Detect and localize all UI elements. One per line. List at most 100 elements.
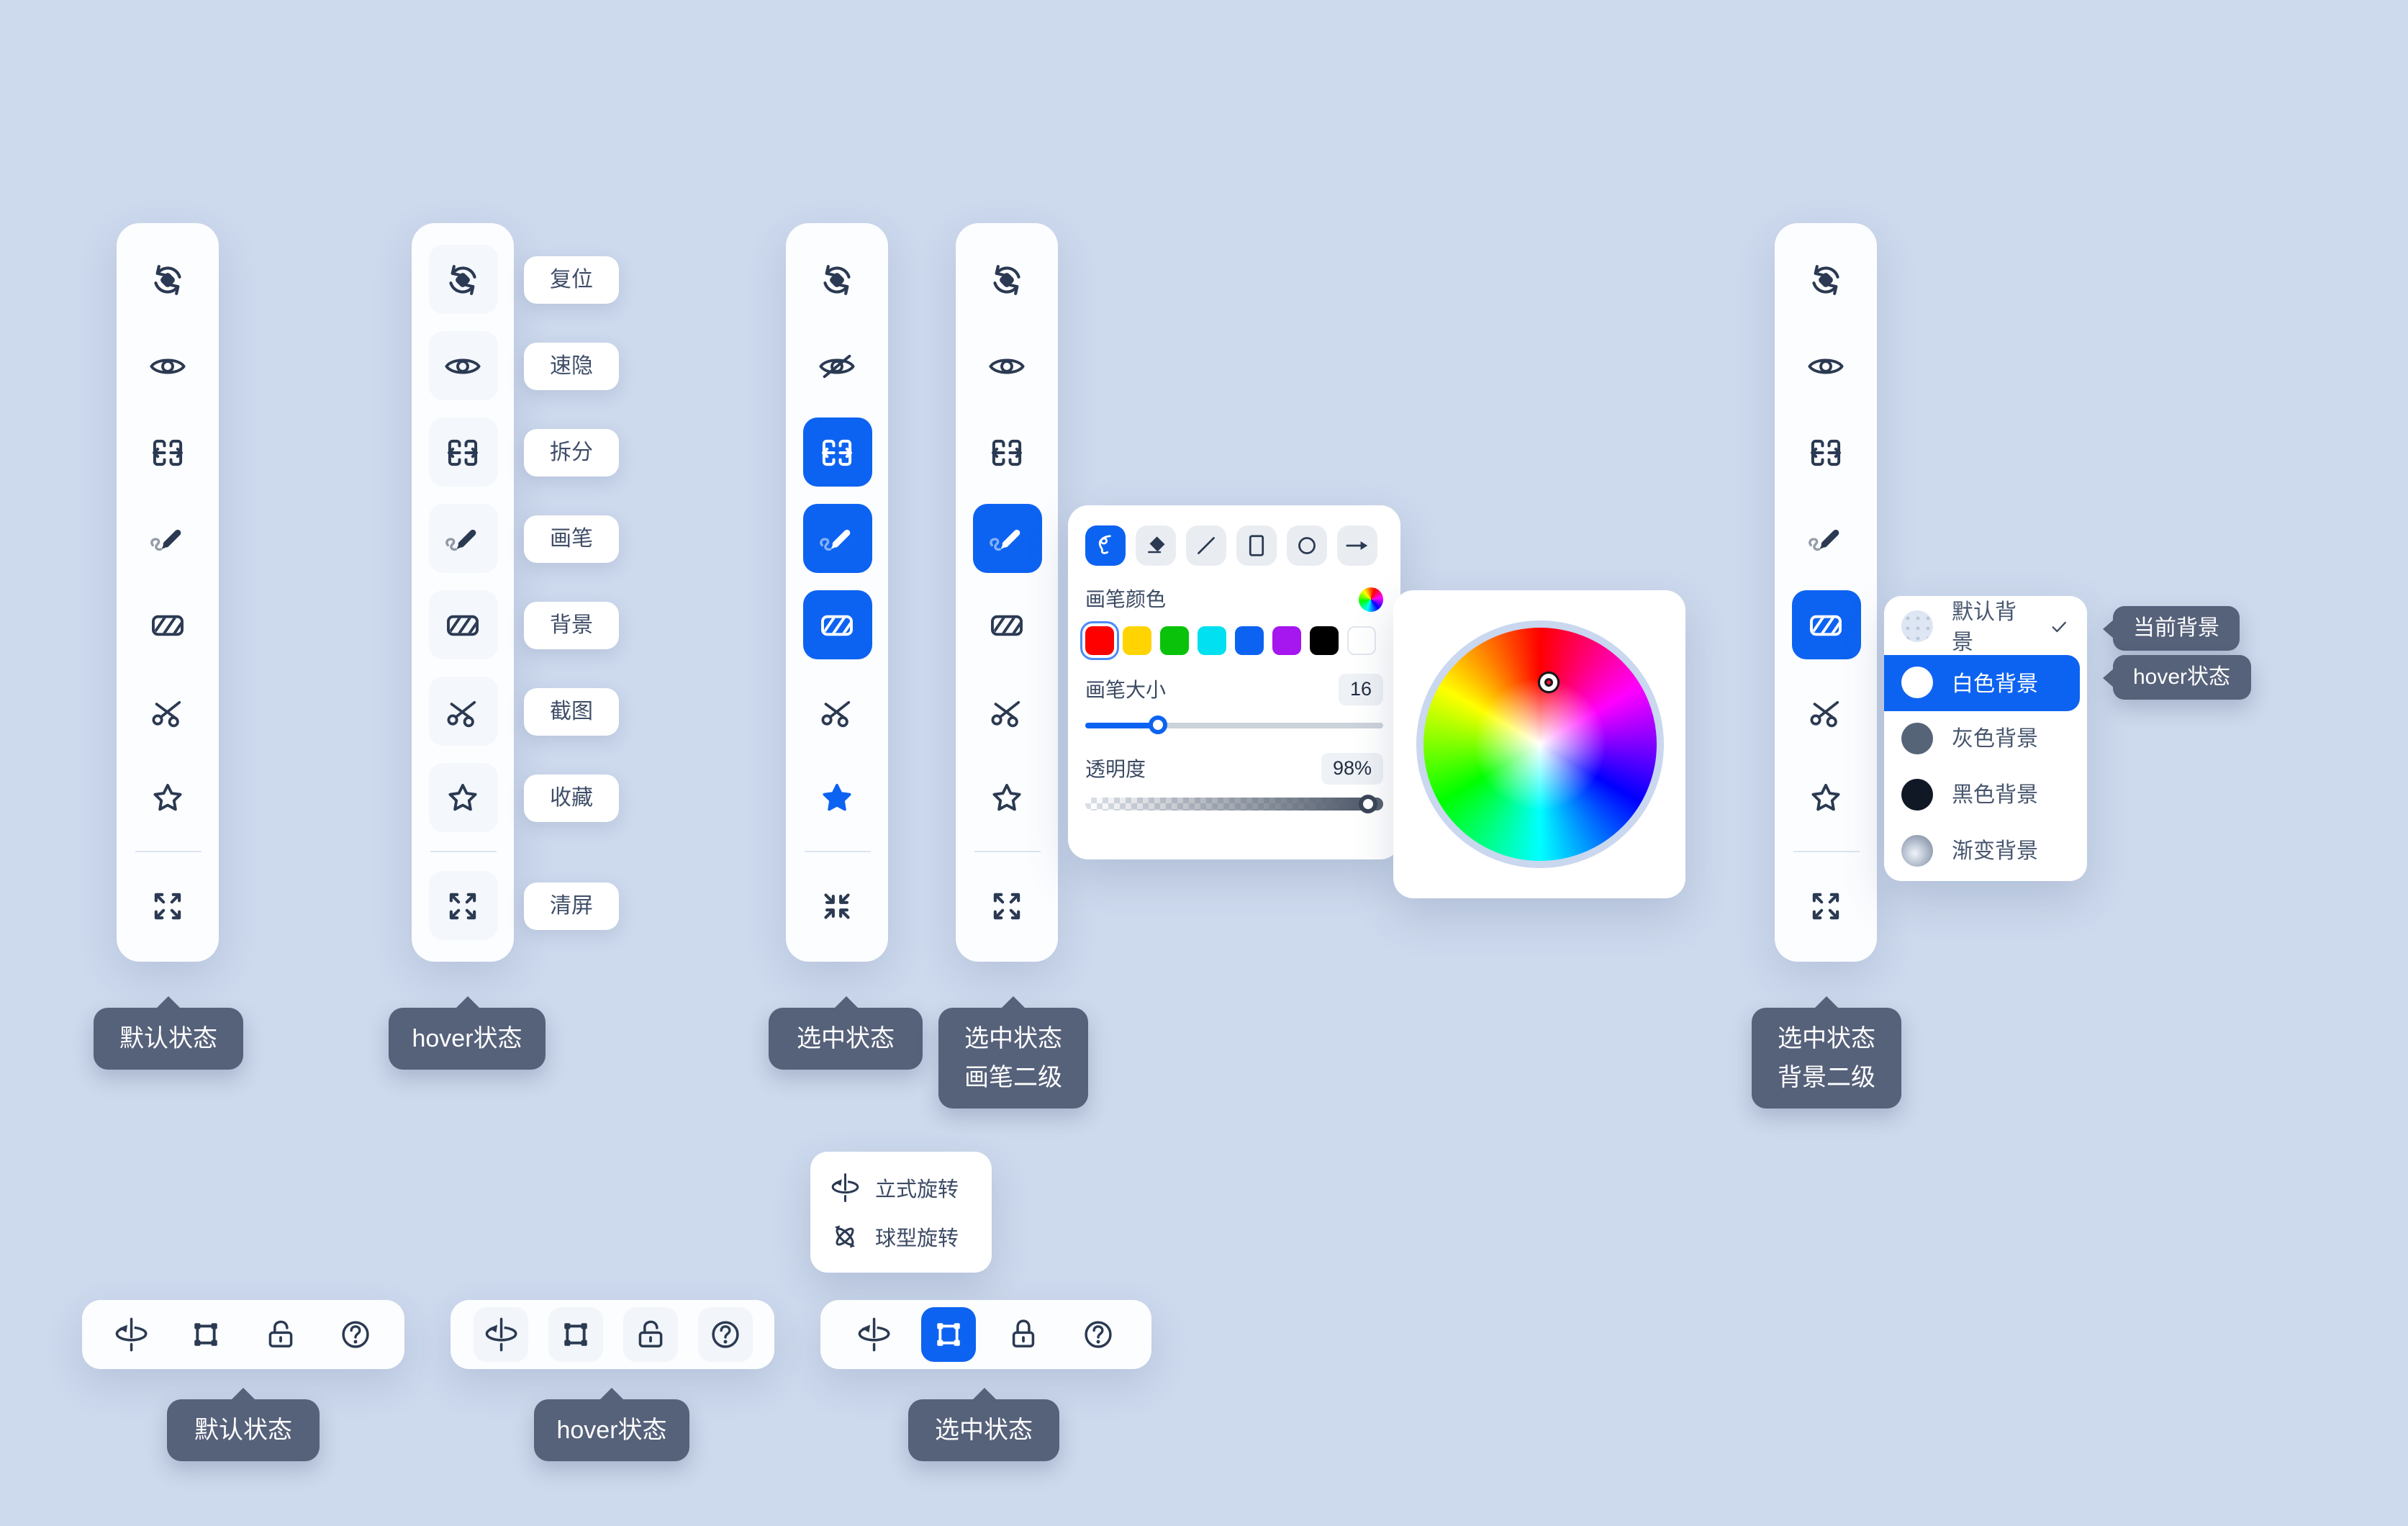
rotate-button[interactable] xyxy=(473,1307,528,1362)
swatch-blue[interactable] xyxy=(1235,626,1264,655)
swatch-green[interactable] xyxy=(1160,626,1189,655)
help-button[interactable] xyxy=(697,1307,752,1362)
brush-icon xyxy=(145,516,190,561)
swatch-yellow[interactable] xyxy=(1123,626,1151,655)
opacity-slider-thumb[interactable] xyxy=(1358,795,1377,813)
background-button[interactable] xyxy=(133,590,202,659)
rotate-button[interactable] xyxy=(104,1307,158,1362)
reset-button[interactable] xyxy=(802,245,872,314)
menu-item-default-background[interactable]: 默认背景 xyxy=(1884,599,2087,655)
quick-hide-button[interactable] xyxy=(802,331,872,400)
brush-button[interactable] xyxy=(802,504,872,573)
gray-background-swatch xyxy=(1901,723,1933,754)
lock-button[interactable] xyxy=(996,1307,1051,1362)
help-icon xyxy=(1078,1314,1118,1355)
tool-eraser[interactable] xyxy=(1136,525,1176,566)
help-button[interactable] xyxy=(1071,1307,1126,1362)
menu-item-white-background[interactable]: 白色背景 xyxy=(1884,655,2080,711)
swatch-black[interactable] xyxy=(1310,626,1339,655)
screenshot-button[interactable] xyxy=(428,677,497,746)
quick-hide-button[interactable] xyxy=(972,331,1041,400)
tool-ellipse[interactable] xyxy=(1287,525,1327,566)
lock-button[interactable] xyxy=(623,1307,677,1362)
favorite-button[interactable] xyxy=(428,763,497,832)
screenshot-button[interactable] xyxy=(972,677,1041,746)
tool-rectangle[interactable] xyxy=(1236,525,1277,566)
screenshot-button[interactable] xyxy=(133,677,202,746)
reset-button[interactable] xyxy=(428,245,497,314)
split-button[interactable] xyxy=(133,417,202,487)
eye-icon xyxy=(145,343,190,388)
favorite-button[interactable] xyxy=(972,763,1041,832)
menu-item-sphere-rotation[interactable]: 球型旋转 xyxy=(828,1212,974,1261)
clear-screen-button[interactable] xyxy=(1791,871,1860,940)
scissors-icon xyxy=(815,689,859,733)
clear-screen-button[interactable] xyxy=(133,871,202,940)
split-button[interactable] xyxy=(802,417,872,487)
tooltip-brush: 画笔 xyxy=(524,515,619,562)
brush-color-label: 画笔颜色 xyxy=(1085,584,1166,613)
quick-hide-button[interactable] xyxy=(428,331,497,400)
divider xyxy=(974,851,1040,852)
brush-size-slider[interactable] xyxy=(1085,715,1383,734)
background-button[interactable] xyxy=(802,590,872,659)
swatch-purple[interactable] xyxy=(1272,626,1301,655)
background-button[interactable] xyxy=(428,590,497,659)
screenshot-button[interactable] xyxy=(802,677,872,746)
rotate-button[interactable] xyxy=(846,1307,901,1362)
background-button[interactable] xyxy=(1791,590,1860,659)
menu-item-gray-background[interactable]: 灰色背景 xyxy=(1884,710,2087,767)
background-button[interactable] xyxy=(972,590,1041,659)
background-icon xyxy=(815,602,859,647)
color-wheel-icon[interactable] xyxy=(1359,587,1383,611)
brush-button[interactable] xyxy=(972,504,1041,573)
quick-hide-button[interactable] xyxy=(1791,331,1860,400)
color-wheel-selector[interactable] xyxy=(1539,674,1557,691)
frame-button[interactable] xyxy=(178,1307,233,1362)
frame-button[interactable] xyxy=(548,1307,602,1362)
favorite-button[interactable] xyxy=(133,763,202,832)
tool-line[interactable] xyxy=(1186,525,1226,566)
menu-item-label: 白色背景 xyxy=(1952,667,2038,697)
screenshot-button[interactable] xyxy=(1791,677,1860,746)
tooltip-background: 背景 xyxy=(524,601,619,649)
lock-button[interactable] xyxy=(253,1307,308,1362)
rectangle-icon xyxy=(1241,530,1272,561)
state-label-brush-level2: 选中状态画笔二级 xyxy=(938,1008,1088,1109)
tool-pen[interactable] xyxy=(1085,525,1126,566)
brush-button[interactable] xyxy=(133,504,202,573)
tool-arrow[interactable] xyxy=(1337,525,1377,566)
frame-button[interactable] xyxy=(921,1307,976,1362)
quick-hide-button[interactable] xyxy=(133,331,202,400)
frame-icon xyxy=(555,1314,595,1355)
split-button[interactable] xyxy=(972,417,1041,487)
clear-screen-button[interactable] xyxy=(428,871,497,940)
swatch-cyan[interactable] xyxy=(1198,626,1226,655)
brush-size-slider-thumb[interactable] xyxy=(1148,715,1167,734)
split-button[interactable] xyxy=(1791,417,1860,487)
background-menu: 默认背景 白色背景 灰色背景 黑色背景 渐变背景 xyxy=(1884,596,2087,881)
menu-item-black-background[interactable]: 黑色背景 xyxy=(1884,767,2087,823)
rotate-vertical-icon xyxy=(111,1314,151,1355)
brush-button[interactable] xyxy=(428,504,497,573)
state-label-hover-bottom: hover状态 xyxy=(534,1399,689,1461)
split-button[interactable] xyxy=(428,417,497,487)
favorite-button[interactable] xyxy=(1791,763,1860,832)
reset-icon xyxy=(815,257,859,302)
help-button[interactable] xyxy=(328,1307,383,1362)
gradient-background-swatch xyxy=(1901,834,1933,866)
menu-item-gradient-background[interactable]: 渐变背景 xyxy=(1884,822,2087,878)
clear-screen-button[interactable] xyxy=(802,871,872,940)
color-wheel[interactable] xyxy=(1416,620,1663,868)
favorite-button[interactable] xyxy=(802,763,872,832)
reset-button[interactable] xyxy=(972,245,1041,314)
swatch-red[interactable] xyxy=(1085,626,1114,655)
reset-button[interactable] xyxy=(133,245,202,314)
opacity-slider[interactable] xyxy=(1085,795,1383,813)
clear-screen-button[interactable] xyxy=(972,871,1041,940)
brush-button[interactable] xyxy=(1791,504,1860,573)
swatch-white[interactable] xyxy=(1347,626,1376,655)
side-toolbar-background-level2 xyxy=(1775,223,1877,962)
menu-item-vertical-rotation[interactable]: 立式旋转 xyxy=(828,1163,974,1212)
reset-button[interactable] xyxy=(1791,245,1860,314)
